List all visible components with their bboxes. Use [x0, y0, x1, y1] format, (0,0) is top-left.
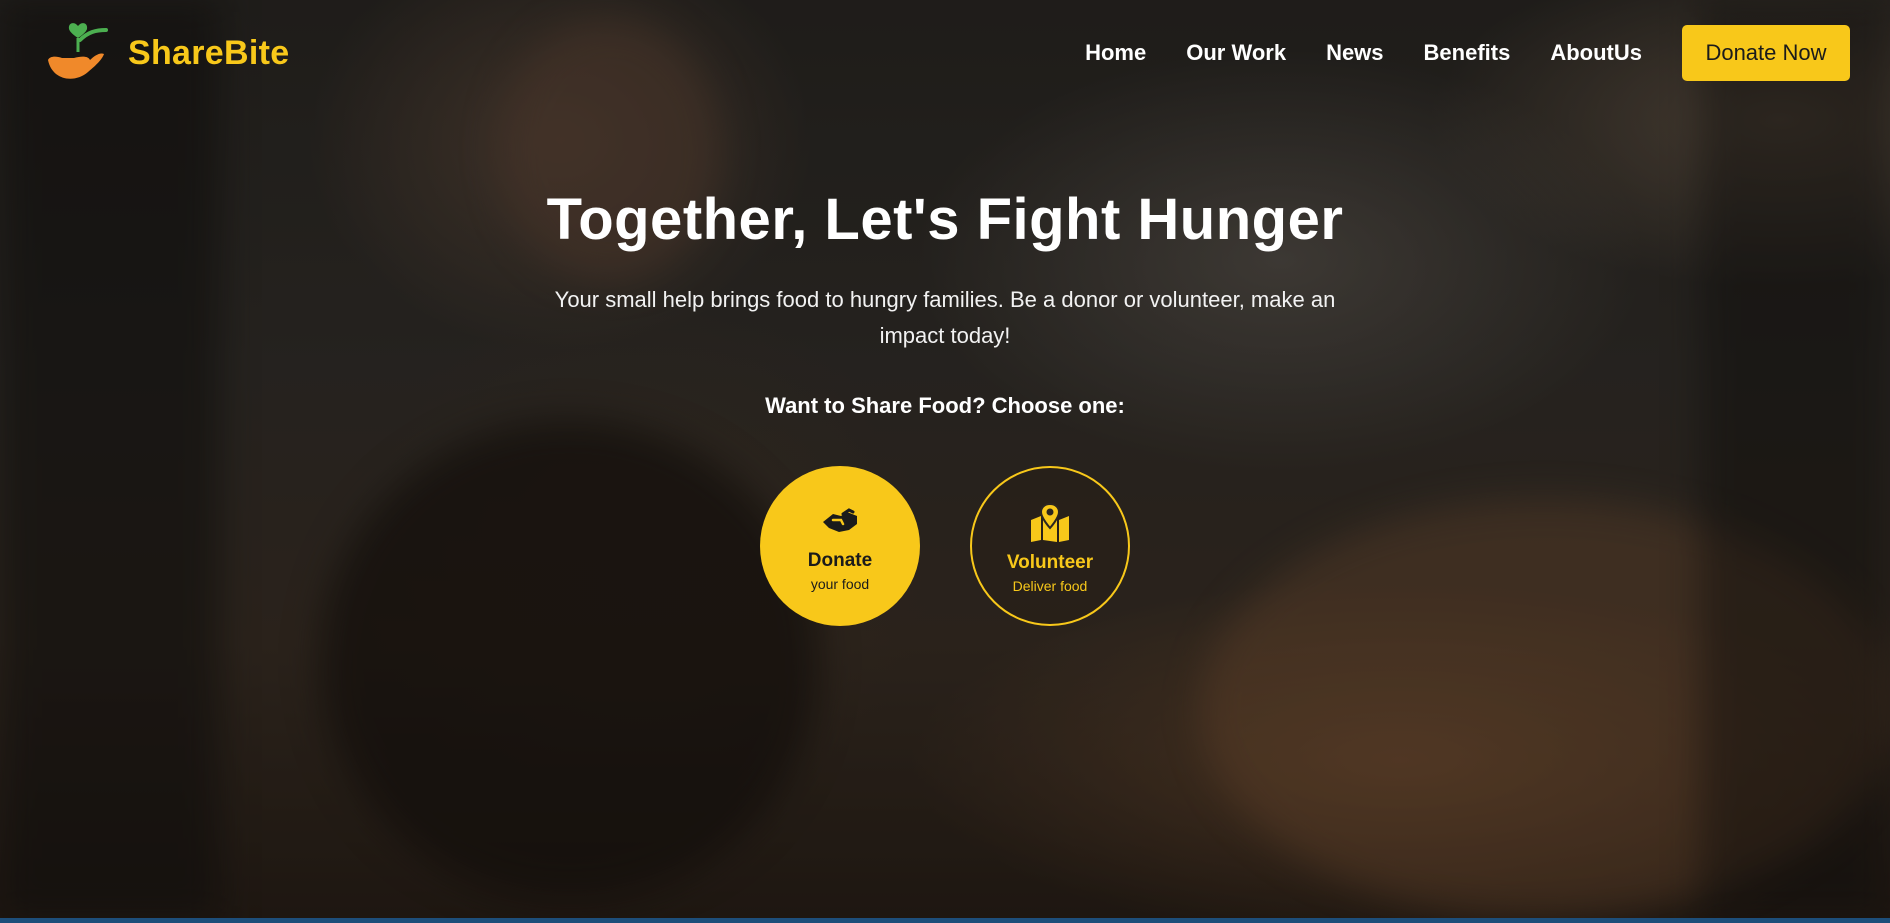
logo[interactable]: ShareBite: [44, 20, 289, 86]
donate-option-subtitle: your food: [810, 576, 870, 592]
map-location-icon: [1031, 502, 1069, 542]
site-header: ShareBite Home Our Work News Benefits Ab…: [0, 0, 1890, 106]
donate-option-title: Donate: [807, 550, 873, 571]
donate-now-button[interactable]: Donate Now: [1682, 25, 1850, 81]
bottom-border: [0, 918, 1890, 923]
volunteer-option-subtitle: Deliver food: [1012, 578, 1088, 594]
handshake-icon: [823, 508, 857, 532]
hand-holding-heart-icon: [48, 23, 108, 79]
nav-news[interactable]: News: [1326, 24, 1383, 82]
hero-subtitle: Your small help brings food to hungry fa…: [554, 287, 1336, 348]
brand-name: ShareBite: [128, 33, 290, 72]
volunteer-option-button[interactable]: Volunteer Deliver food: [970, 466, 1130, 626]
nav-benefits[interactable]: Benefits: [1424, 24, 1511, 82]
volunteer-option-title: Volunteer: [1006, 552, 1094, 573]
nav-our-work[interactable]: Our Work: [1186, 24, 1286, 82]
donate-option-button[interactable]: Donate your food: [760, 466, 920, 626]
choose-prompt: Want to Share Food? Choose one:: [765, 393, 1125, 418]
background-photo-blur: [1700, 0, 1890, 918]
background-photo-blur: [320, 420, 820, 900]
hero-section: ShareBite Home Our Work News Benefits Ab…: [0, 0, 1890, 918]
hero-headline: Together, Let's Fight Hunger: [546, 187, 1344, 252]
main-nav: Home Our Work News Benefits AboutUs Dona…: [1085, 24, 1850, 82]
nav-about-us[interactable]: AboutUs: [1550, 24, 1642, 82]
nav-home[interactable]: Home: [1085, 24, 1146, 82]
background-photo-blur: [0, 0, 220, 918]
